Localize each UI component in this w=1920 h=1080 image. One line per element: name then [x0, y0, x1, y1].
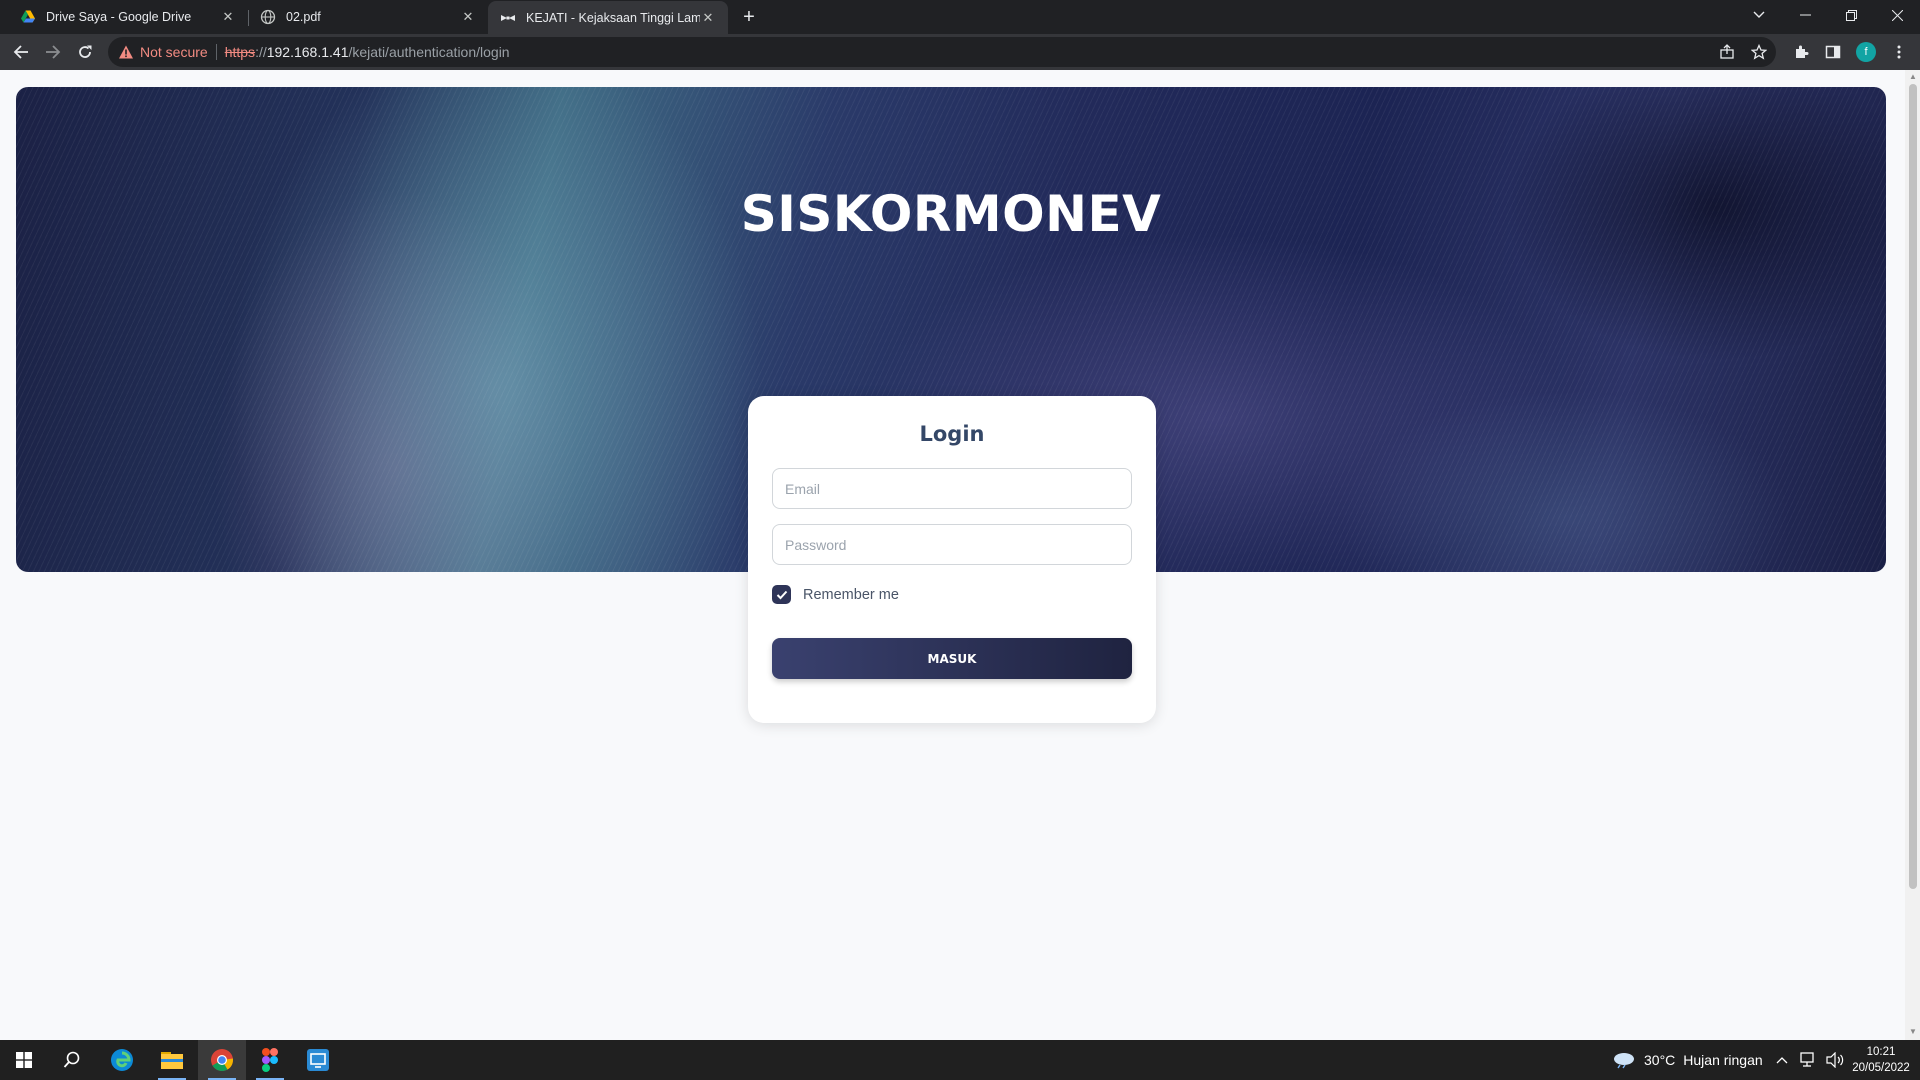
kejati-logo-icon: [501, 14, 515, 21]
close-window-button[interactable]: [1874, 0, 1920, 30]
password-input[interactable]: [772, 524, 1132, 565]
file-explorer-app[interactable]: [148, 1040, 196, 1080]
tab-pdf[interactable]: 02.pdf ✕: [248, 0, 488, 34]
more-menu-icon[interactable]: [1890, 43, 1908, 61]
chrome-app[interactable]: [198, 1040, 246, 1080]
search-icon: [63, 1051, 80, 1068]
search-button[interactable]: [48, 1040, 96, 1080]
google-drive-icon: [21, 10, 35, 23]
weather-desc: Hujan ringan: [1683, 1052, 1763, 1068]
network-icon[interactable]: [1798, 1052, 1816, 1068]
close-tab-icon[interactable]: ✕: [460, 9, 476, 25]
back-arrow-icon: [13, 45, 28, 59]
bookmark-star-icon[interactable]: [1750, 43, 1768, 61]
url-path: /kejati/authentication/login: [348, 44, 510, 60]
remember-me-checkbox[interactable]: [772, 585, 791, 604]
tab-title: 02.pdf: [286, 10, 321, 24]
tab-kejati[interactable]: KEJATI - Kejaksaan Tinggi Lampung ✕: [488, 1, 728, 34]
clock-time: 10:21: [1866, 1046, 1896, 1058]
figma-icon: [262, 1048, 278, 1072]
warning-icon: [119, 45, 133, 59]
tab-google-drive[interactable]: Drive Saya - Google Drive ✕: [8, 0, 248, 34]
profile-avatar[interactable]: f: [1856, 42, 1876, 62]
email-input[interactable]: [772, 468, 1132, 509]
browser-toolbar: Not secure https://192.168.1.41/kejati/a…: [0, 34, 1920, 70]
figma-app[interactable]: [246, 1040, 294, 1080]
windows-taskbar: 30°C Hujan ringan 10:21 20/05/2022: [0, 1040, 1920, 1080]
scroll-up-arrow-icon[interactable]: ▲: [1909, 73, 1917, 81]
security-status-label[interactable]: Not secure: [140, 44, 208, 60]
folder-icon: [161, 1052, 183, 1069]
system-tray: [1776, 1040, 1844, 1080]
edge-app[interactable]: [98, 1040, 146, 1080]
show-hidden-icons-chevron-icon[interactable]: [1776, 1056, 1788, 1064]
start-button[interactable]: [0, 1040, 48, 1080]
weather-temp: 30°C: [1644, 1052, 1676, 1068]
url-scheme: https: [224, 44, 256, 60]
taskbar-clock[interactable]: 10:21 20/05/2022: [1850, 1044, 1912, 1076]
url-host: 192.168.1.41: [266, 44, 349, 60]
remember-me-label[interactable]: Remember me: [803, 587, 899, 603]
omnibox-divider: [215, 44, 217, 60]
share-icon[interactable]: [1718, 43, 1736, 61]
scroll-down-arrow-icon[interactable]: ▼: [1909, 1028, 1917, 1036]
windows-logo-icon: [16, 1052, 32, 1068]
remote-desktop-icon: [307, 1049, 329, 1071]
page-scrollbar[interactable]: ▲ ▼: [1905, 70, 1920, 1040]
page-viewport: SISKORMONEV Login Remember me MASUK: [0, 70, 1905, 1040]
close-tab-icon[interactable]: ✕: [700, 10, 716, 26]
login-card: Login Remember me MASUK: [748, 396, 1156, 723]
url-text[interactable]: https://192.168.1.41/kejati/authenticati…: [225, 44, 510, 60]
side-panel-icon[interactable]: [1824, 43, 1842, 61]
url-separator: ://: [255, 44, 267, 60]
close-tab-icon[interactable]: ✕: [220, 9, 236, 25]
tab-title: KEJATI - Kejaksaan Tinggi Lampung: [526, 10, 700, 25]
back-button[interactable]: [9, 40, 33, 64]
forward-button[interactable]: [41, 40, 65, 64]
app-title: SISKORMONEV: [740, 185, 1162, 243]
rain-cloud-icon: [1614, 1053, 1634, 1069]
globe-icon: [260, 9, 276, 25]
tab-search-chevron-icon[interactable]: [1736, 0, 1782, 30]
remote-desktop-app[interactable]: [294, 1040, 342, 1080]
reload-button[interactable]: [73, 40, 97, 64]
reload-icon: [79, 45, 92, 58]
new-tab-button[interactable]: +: [737, 5, 761, 29]
restore-button[interactable]: [1828, 0, 1874, 30]
edge-icon: [111, 1049, 133, 1071]
minimize-button[interactable]: [1782, 0, 1828, 30]
volume-icon[interactable]: [1826, 1052, 1844, 1068]
forward-arrow-icon: [46, 45, 61, 59]
browser-tab-strip: Drive Saya - Google Drive ✕ 02.pdf ✕ KEJ…: [0, 0, 1920, 34]
extensions-puzzle-icon[interactable]: [1792, 43, 1810, 61]
address-bar[interactable]: Not secure https://192.168.1.41/kejati/a…: [108, 37, 1776, 67]
clock-date: 20/05/2022: [1852, 1062, 1910, 1074]
login-title: Login: [919, 422, 985, 446]
checkmark-icon: [776, 590, 787, 599]
weather-widget[interactable]: 30°C Hujan ringan: [1612, 1040, 1763, 1080]
remember-me-row: Remember me: [772, 585, 1132, 604]
scrollbar-thumb[interactable]: [1909, 84, 1917, 889]
tab-title: Drive Saya - Google Drive: [46, 10, 192, 24]
chrome-icon: [211, 1049, 233, 1071]
login-submit-button[interactable]: MASUK: [772, 638, 1132, 679]
